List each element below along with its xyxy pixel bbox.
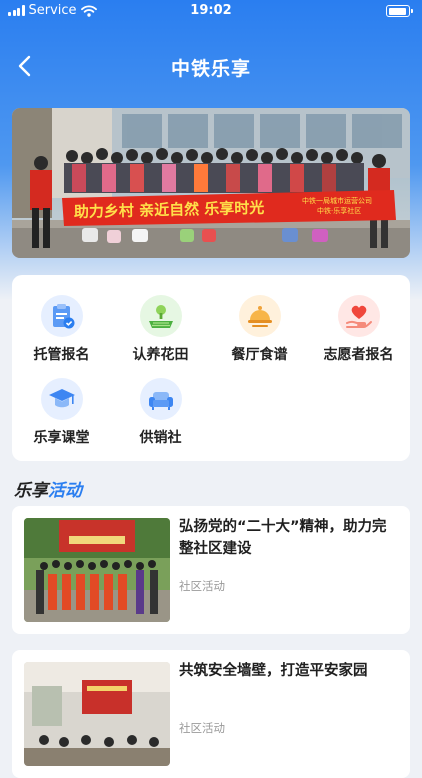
section-title: 乐享活动 [14, 476, 82, 501]
activity-title: 共筑安全墙壁，打造平安家园 [179, 663, 368, 679]
menu-item-supply-coop[interactable]: 供销社 [111, 378, 210, 458]
activity-thumbnail [24, 662, 170, 766]
banner-org-line1: 中铁一局城市运营公司 [302, 196, 372, 205]
battery-icon [386, 5, 413, 17]
menu-label: 志愿者报名 [323, 347, 394, 363]
banner-org-line2: 中铁·乐享社区 [317, 206, 361, 215]
menu-label: 餐厅食谱 [231, 347, 288, 363]
menu-item-restaurant-recipes[interactable]: 餐厅食谱 [210, 295, 309, 375]
activity-tag: 社区活动 [179, 721, 225, 735]
activity-title: 弘扬党的“二十大”精神，助力完整社区建设 [179, 519, 387, 557]
nav-bar: 中铁乐享 [0, 44, 422, 88]
menu-label: 托管报名 [33, 347, 90, 363]
activity-thumbnail [24, 518, 170, 622]
status-time: 19:02 [190, 3, 232, 18]
menu-item-adopt-field[interactable]: 认养花田 [111, 295, 210, 375]
food-dome-icon [238, 295, 281, 337]
menu-label: 乐享课堂 [33, 430, 90, 446]
sofa-icon [139, 378, 182, 420]
status-bar: Service 19:02 [0, 0, 422, 22]
menu-item-volunteer-signup[interactable]: 志愿者报名 [309, 295, 408, 375]
menu-item-trust-signup[interactable]: 托管报名 [12, 295, 111, 375]
section-title-part2: 活动 [48, 481, 82, 501]
menu-label: 认养花田 [132, 347, 189, 363]
activity-card[interactable]: 弘扬党的“二十大”精神，助力完整社区建设 社区活动 [12, 506, 410, 634]
activity-card[interactable]: 共筑安全墙壁，打造平安家园 社区活动 [12, 650, 410, 778]
menu-card: 托管报名 认养花田 餐厅食谱 志愿者报名 乐享课堂 供销社 [12, 275, 410, 461]
clipboard-icon [40, 295, 83, 337]
heart-hand-icon [337, 295, 380, 337]
page-title: 中铁乐享 [170, 58, 251, 80]
menu-item-lexiang-class[interactable]: 乐享课堂 [12, 378, 111, 458]
farm-field-icon [139, 295, 182, 337]
menu-label: 供销社 [139, 430, 182, 446]
activity-tag: 社区活动 [179, 579, 225, 593]
graduation-cap-icon [40, 378, 83, 420]
banner-image[interactable]: 助力乡村 亲近自然 乐享时光 中铁一局城市运营公司 中铁·乐享社区 [12, 108, 410, 258]
section-title-part1: 乐享 [14, 481, 48, 501]
